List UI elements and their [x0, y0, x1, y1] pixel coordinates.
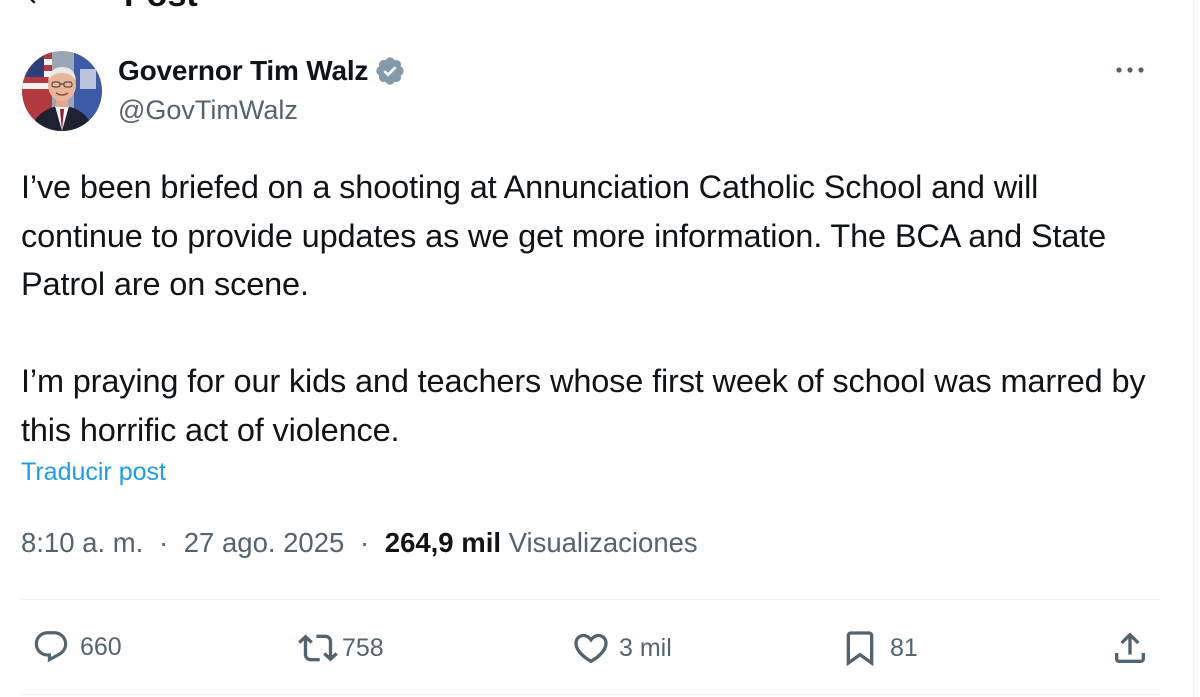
back-arrow-icon[interactable]	[20, 0, 50, 10]
heart-icon	[571, 628, 611, 668]
page-title: Post	[124, 0, 198, 15]
share-button[interactable]	[1110, 628, 1150, 668]
repost-button[interactable]: 758	[298, 628, 384, 668]
column-border	[1193, 0, 1194, 697]
avatar[interactable]	[22, 51, 102, 131]
more-options-icon[interactable]	[1112, 58, 1148, 82]
post-date[interactable]: 27 ago. 2025	[184, 527, 345, 558]
post-metadata: 8:10 a. m. · 27 ago. 2025 · 264,9 mil Vi…	[21, 527, 698, 559]
views-label: Visualizaciones	[508, 527, 698, 558]
top-bar: Post	[20, 0, 198, 15]
post-text: I’ve been briefed on a shooting at Annun…	[21, 163, 1161, 454]
post-paragraph: I’ve been briefed on a shooting at Annun…	[21, 169, 1107, 302]
like-count: 3 mil	[619, 633, 672, 662]
post-paragraph: I’m praying for our kids and teachers wh…	[21, 363, 1146, 448]
repost-icon	[298, 628, 338, 668]
verified-badge-icon[interactable]	[374, 55, 406, 87]
translate-post-link[interactable]: Traducir post	[21, 458, 166, 487]
bookmark-count: 81	[890, 633, 918, 662]
reply-count: 660	[80, 632, 122, 661]
post-time[interactable]: 8:10 a. m.	[21, 527, 143, 558]
views-count: 264,9 mil	[384, 527, 501, 558]
bookmark-icon	[840, 628, 880, 668]
meta-separator: ·	[158, 527, 169, 558]
author-name-row: Governor Tim Walz	[118, 55, 406, 87]
action-bar: 660 758 3 mil 81	[0, 620, 1200, 680]
repost-count: 758	[342, 633, 384, 662]
divider	[21, 599, 1160, 600]
reply-button[interactable]: 660	[32, 628, 122, 666]
meta-separator: ·	[359, 527, 370, 558]
share-icon	[1110, 628, 1150, 668]
bookmark-button[interactable]: 81	[840, 628, 918, 668]
author-handle[interactable]: @GovTimWalz	[118, 95, 298, 126]
reply-icon	[32, 628, 70, 666]
divider	[21, 694, 1160, 695]
like-button[interactable]: 3 mil	[571, 628, 672, 668]
post-page: Post	[0, 0, 1200, 697]
author-name[interactable]: Governor Tim Walz	[118, 55, 368, 87]
